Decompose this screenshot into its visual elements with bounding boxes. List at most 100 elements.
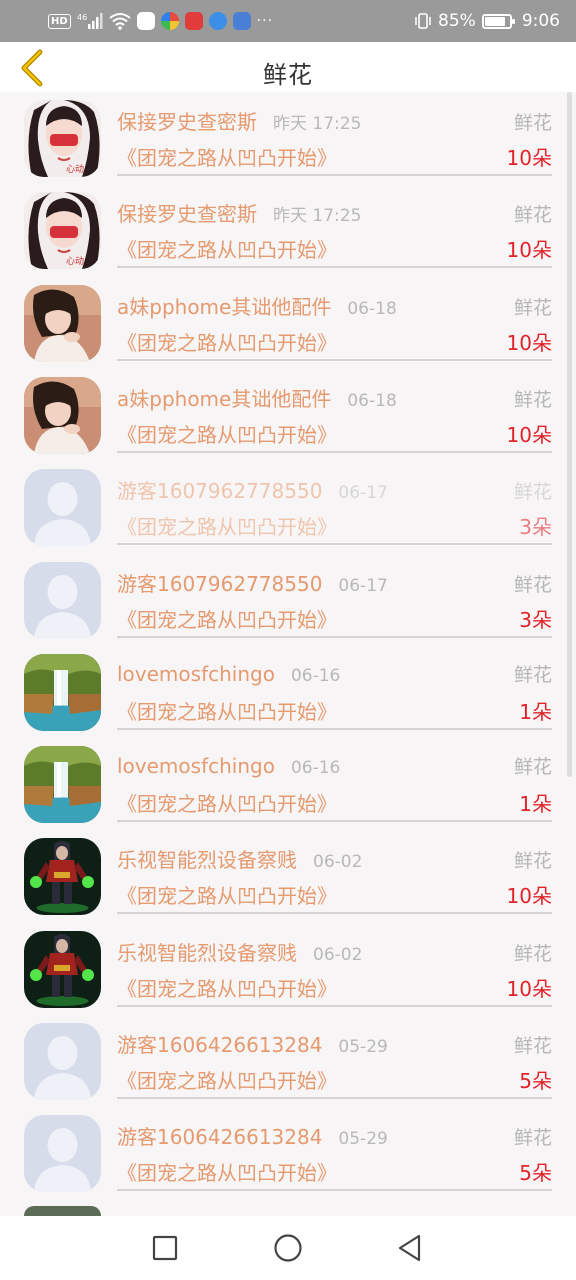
row-detail-line: 《团宠之路从凹凸开始》 1朵 xyxy=(117,696,552,724)
row-content: 保接罗史查密斯 昨天 17:25 鲜花《团宠之路从凹凸开始》 10朵 xyxy=(117,92,552,176)
gift-list-row[interactable]: lovemosfchingo 06-16 鲜花《团宠之路从凹凸开始》 1朵 xyxy=(0,738,576,830)
gift-list-row[interactable]: 游客1607962778550 06-17 鲜花 《团宠之路从凹凸开始》 3朵 xyxy=(0,554,576,646)
app-notification-icon xyxy=(160,12,179,30)
svg-text:心动: 心动 xyxy=(66,256,84,267)
more-notifications-icon: ··· xyxy=(256,13,274,29)
book-title[interactable]: 《团宠之路从凹凸开始》 xyxy=(117,511,337,540)
nav-back-button[interactable] xyxy=(394,1232,426,1264)
square-icon xyxy=(152,1235,178,1261)
game-character-avatar[interactable] xyxy=(24,930,101,1008)
waterfall-avatar[interactable] xyxy=(24,746,101,824)
back-button[interactable] xyxy=(12,48,52,88)
timestamp: 昨天 17:25 xyxy=(273,114,362,134)
book-title[interactable]: 《团宠之路从凹凸开始》 xyxy=(117,696,337,725)
girl-red-avatar[interactable]: 心动 xyxy=(24,192,101,270)
gift-list-row[interactable]: 心动 保接罗史查密斯 昨天 17:25 鲜花《团宠之路从凹凸开始》 10朵 xyxy=(0,92,576,184)
row-detail-line: 《团宠之路从凹凸开始》 10朵 xyxy=(117,419,552,447)
row-header-line: 游客1606426613284 05-29 鲜花 xyxy=(117,1029,552,1057)
game-character-avatar[interactable] xyxy=(24,838,101,916)
username[interactable]: 保接罗史查密斯 xyxy=(117,198,257,227)
gift-count: 10朵 xyxy=(506,422,552,447)
username[interactable]: 乐视智能烈设备察贱 xyxy=(117,937,297,966)
home-button[interactable] xyxy=(272,1232,304,1264)
gift-list-row[interactable]: 游客1606426613284 05-29 鲜花 《团宠之路从凹凸开始》 5朵 xyxy=(0,1015,576,1107)
username[interactable]: lovemosfchingo xyxy=(117,754,275,778)
row-header-line: a妹pphome其诎他配件 06-18 鲜花 xyxy=(117,291,552,319)
row-header-line: a妹pphome其诎他配件 06-18 鲜花 xyxy=(117,383,552,411)
username[interactable]: 游客1606426613284 xyxy=(117,1029,322,1058)
gift-list-row[interactable]: a妹pphome其诎他配件 06-18 鲜花 《团宠之路从凹凸开始》 10朵 xyxy=(0,277,576,369)
gift-list-row[interactable]: 乐视智能烈设备察贱 06-02 鲜花 《团宠之路从凹凸开始》 10朵 xyxy=(0,830,576,922)
row-content: 乐视智能烈设备察贱 06-02 鲜花 《团宠之路从凹凸开始》 10朵 xyxy=(117,923,552,1007)
book-title[interactable]: 《团宠之路从凹凸开始》 xyxy=(117,604,337,633)
gift-type-label: 鲜花 xyxy=(513,481,552,504)
gift-list-row[interactable]: a妹pphome其诎他配件 06-18 鲜花 《团宠之路从凹凸开始》 10朵 xyxy=(0,369,576,461)
username[interactable]: lovemosfchingo xyxy=(117,662,275,686)
book-title[interactable]: 《团宠之路从凹凸开始》 xyxy=(117,1157,337,1186)
row-content: 游客1607962778550 06-17 鲜花 《团宠之路从凹凸开始》 3朵 xyxy=(117,554,552,638)
timestamp: 06-17 xyxy=(338,483,388,504)
gift-count: 1朵 xyxy=(519,699,552,724)
timestamp: 06-16 xyxy=(290,758,341,779)
username[interactable]: 乐视智能烈设备察贱 xyxy=(117,844,297,873)
gift-count: 10朵 xyxy=(506,146,552,170)
timestamp: 05-29 xyxy=(338,1037,388,1057)
book-title[interactable]: 《团宠之路从凹凸开始》 xyxy=(117,142,337,171)
row-header-line: 乐视智能烈设备察贱 06-02 鲜花 xyxy=(117,844,552,872)
girl-red-avatar[interactable]: 心动 xyxy=(24,100,101,177)
gift-type-label: 鲜花 xyxy=(513,663,552,686)
gift-list-row[interactable]: 乐视智能烈设备察贱 06-02 鲜花 《团宠之路从凹凸开始》 10朵 xyxy=(0,923,576,1015)
book-title[interactable]: 《团宠之路从凹凸开始》 xyxy=(117,1065,337,1094)
header: 鲜花 xyxy=(0,42,576,92)
row-header-line: 保接罗史查密斯 昨天 17:25 鲜花 xyxy=(117,106,552,134)
gift-count: 5朵 xyxy=(519,1161,552,1186)
gift-count: 3朵 xyxy=(519,607,552,632)
flower-gift-list[interactable]: 心动 保接罗史查密斯 昨天 17:25 鲜花 《团宠之路从凹凸开始》 10朵 心动 保接罗史查… xyxy=(0,92,576,1216)
book-title[interactable]: 《团宠之路从凹凸开始》 xyxy=(117,880,337,909)
gift-type-label: 鲜花 xyxy=(513,756,552,779)
row-content: a妹pphome其诎他配件 06-18 鲜花 《团宠之路从凹凸开始》 10朵 xyxy=(117,277,552,361)
row-content: 游客1606426613284 05-29 鲜花 《团宠之路从凹凸开始》 5朵 xyxy=(117,1107,552,1192)
music-app-icon xyxy=(232,12,251,30)
gift-list-row[interactable]: 心动 保接罗史查密斯 昨天 17:25 鲜花 《团宠之路从凹凸开始》 10朵 xyxy=(0,184,576,276)
row-detail-line: 《团宠之路从凹凸开始》 10朵 xyxy=(117,880,552,908)
gift-list-row[interactable]: 游客1607962778550 06-17 鲜花《团宠之路从凹凸开始》 3朵 xyxy=(0,461,576,553)
app-notification-icon xyxy=(136,12,155,30)
signal-icon: 46 xyxy=(77,12,103,30)
row-content: lovemosfchingo 06-16 鲜花 《团宠之路从凹凸开始》 1朵 xyxy=(117,646,552,730)
vibrate-icon xyxy=(414,12,432,30)
gift-count: 3朵 xyxy=(519,515,552,540)
default-avatar[interactable] xyxy=(24,1115,101,1193)
book-title[interactable]: 《团宠之路从凹凸开始》 xyxy=(117,973,337,1002)
gift-count: 10朵 xyxy=(506,976,552,1001)
row-content: a妹pphome其诎他配件 06-18 鲜花 《团宠之路从凹凸开始》 10朵 xyxy=(117,369,552,453)
username[interactable]: 游客1607962778550 xyxy=(117,568,322,597)
girl-brown-avatar[interactable] xyxy=(24,376,101,454)
gift-list-row[interactable]: lovemosfchingo 06-16 鲜花 《团宠之路从凹凸开始》 1朵 xyxy=(0,646,576,738)
waterfall-avatar[interactable] xyxy=(24,653,101,731)
username[interactable]: 游客1607962778550 xyxy=(117,475,322,504)
default-avatar[interactable] xyxy=(24,1023,101,1100)
gift-type-label: 鲜花 xyxy=(513,1035,552,1057)
gift-type-label: 鲜花 xyxy=(513,112,552,134)
row-detail-line: 《团宠之路从凹凸开始》 1朵 xyxy=(117,788,552,816)
username[interactable]: 保接罗史查密斯 xyxy=(117,106,257,135)
girl-brown-avatar[interactable] xyxy=(24,284,101,362)
battery-level-fill xyxy=(484,16,505,26)
book-app-icon xyxy=(184,12,203,30)
recents-button[interactable] xyxy=(149,1232,181,1264)
book-title[interactable]: 《团宠之路从凹凸开始》 xyxy=(117,788,337,817)
gift-type-label: 鲜花 xyxy=(513,850,552,873)
username[interactable]: 游客1606426613284 xyxy=(117,1121,322,1150)
default-avatar[interactable] xyxy=(24,469,101,547)
gift-list-row[interactable]: 游客1606426613284 05-29 鲜花 《团宠之路从凹凸开始》 5朵 xyxy=(0,1107,576,1199)
username[interactable]: a妹pphome其诎他配件 xyxy=(117,383,331,412)
gift-type-label: 鲜花 xyxy=(513,573,552,596)
timestamp: 06-18 xyxy=(347,390,397,411)
book-title[interactable]: 《团宠之路从凹凸开始》 xyxy=(117,327,337,356)
gift-count: 10朵 xyxy=(506,330,552,355)
book-title[interactable]: 《团宠之路从凹凸开始》 xyxy=(117,234,337,263)
book-title[interactable]: 《团宠之路从凹凸开始》 xyxy=(117,419,337,448)
default-avatar[interactable] xyxy=(24,561,101,639)
username[interactable]: a妹pphome其诎他配件 xyxy=(117,291,331,320)
